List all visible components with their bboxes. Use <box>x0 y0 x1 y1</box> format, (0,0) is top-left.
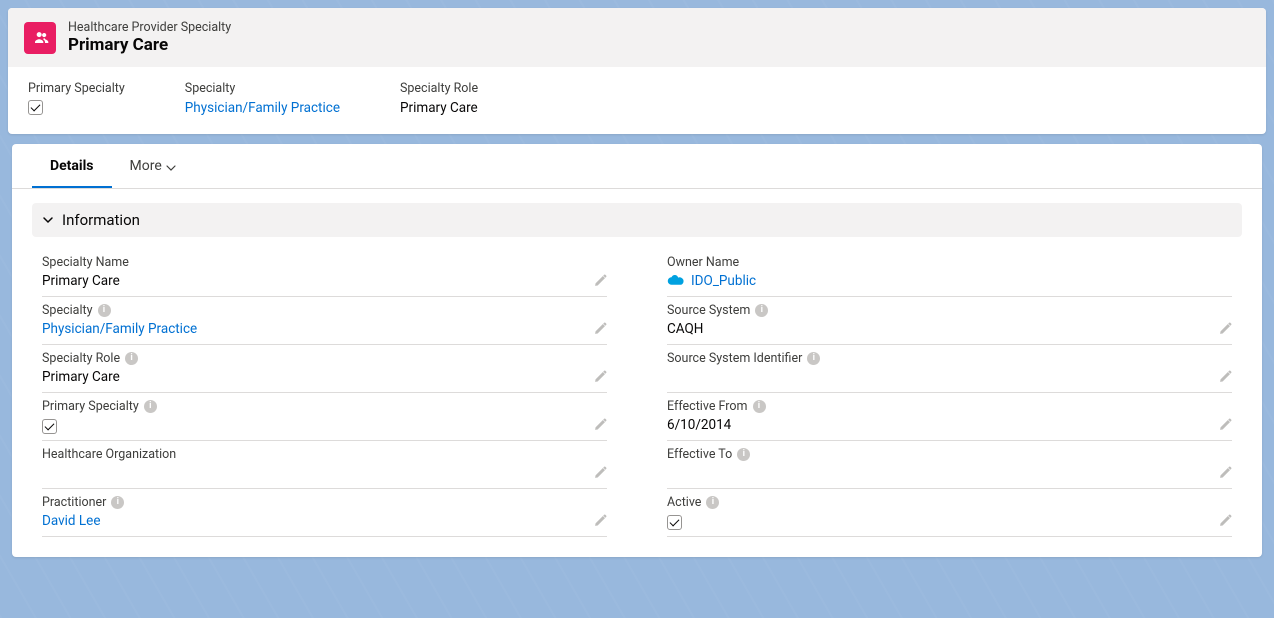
field-value <box>42 464 607 482</box>
info-icon[interactable]: i <box>144 400 157 413</box>
field-primary-specialty: Primary Specialty i <box>42 393 607 441</box>
pencil-icon[interactable] <box>1218 370 1232 384</box>
pencil-icon[interactable] <box>593 418 607 432</box>
details-card: Details More Information Specialty Name … <box>12 144 1262 557</box>
field-specialty-name: Specialty Name Primary Care <box>42 249 607 297</box>
pencil-icon[interactable] <box>593 322 607 336</box>
pencil-icon[interactable] <box>1218 322 1232 336</box>
specialty-role-value: Primary Care <box>400 100 478 116</box>
section-title: Information <box>62 211 140 229</box>
field-value: 6/10/2014 <box>667 416 1232 434</box>
highlight-label: Specialty <box>185 81 340 96</box>
specialty-link[interactable]: Physician/Family Practice <box>42 320 607 338</box>
record-summary-card: Healthcare Provider Specialty Primary Ca… <box>8 8 1266 134</box>
active-checkbox <box>667 515 682 530</box>
pencil-icon[interactable] <box>593 370 607 384</box>
record-type-label: Healthcare Provider Specialty <box>68 20 231 35</box>
field-value <box>667 464 1232 482</box>
tab-label: More <box>130 158 162 174</box>
info-icon[interactable]: i <box>98 304 111 317</box>
info-icon[interactable]: i <box>755 304 768 317</box>
pencil-icon[interactable] <box>1218 466 1232 480</box>
tab-details[interactable]: Details <box>32 144 112 188</box>
record-header: Healthcare Provider Specialty Primary Ca… <box>8 8 1266 67</box>
tab-label: Details <box>50 158 94 174</box>
field-practitioner: Practitioner i David Lee <box>42 489 607 537</box>
highlight-label: Primary Specialty <box>28 81 125 96</box>
pencil-icon[interactable] <box>1218 418 1232 432</box>
field-label: Source System Identifier <box>667 351 802 366</box>
tab-bar: Details More <box>12 144 1262 189</box>
field-label: Effective From <box>667 399 748 414</box>
detail-column-left: Specialty Name Primary Care Specialty i … <box>42 249 607 537</box>
info-icon[interactable]: i <box>753 400 766 413</box>
section-toggle-information[interactable]: Information <box>32 203 1242 237</box>
field-label: Primary Specialty <box>42 399 139 414</box>
field-active: Active i <box>667 489 1232 537</box>
tab-more[interactable]: More <box>112 144 194 188</box>
field-value: CAQH <box>667 320 1232 338</box>
field-source-system: Source System i CAQH <box>667 297 1232 345</box>
highlight-primary-specialty: Primary Specialty <box>28 81 125 116</box>
field-value <box>42 416 607 434</box>
field-owner-name: Owner Name IDO_Public <box>667 249 1232 297</box>
field-label: Effective To <box>667 447 732 462</box>
field-value: Primary Care <box>42 272 607 290</box>
owner-link[interactable]: IDO_Public <box>667 272 1232 290</box>
info-icon[interactable]: i <box>111 496 124 509</box>
chevron-down-icon <box>42 214 54 226</box>
cloud-icon <box>667 275 685 287</box>
pencil-icon[interactable] <box>593 274 607 288</box>
pencil-icon[interactable] <box>1218 514 1232 528</box>
highlight-label: Specialty Role <box>400 81 478 96</box>
chevron-down-icon <box>166 161 176 171</box>
field-specialty-role: Specialty Role i Primary Care <box>42 345 607 393</box>
primary-specialty-checkbox <box>42 419 57 434</box>
info-icon[interactable]: i <box>737 448 750 461</box>
field-label: Specialty Name <box>42 255 129 270</box>
highlight-specialty-role: Specialty Role Primary Care <box>400 81 478 116</box>
record-name: Primary Care <box>68 35 231 55</box>
field-label: Healthcare Organization <box>42 447 176 462</box>
info-icon[interactable]: i <box>706 496 719 509</box>
field-label: Specialty <box>42 303 93 318</box>
field-value <box>667 512 1232 530</box>
pencil-icon[interactable] <box>593 466 607 480</box>
field-label: Source System <box>667 303 750 318</box>
record-highlights: Primary Specialty Specialty Physician/Fa… <box>8 67 1266 134</box>
specialty-link[interactable]: Physician/Family Practice <box>185 100 340 116</box>
field-specialty: Specialty i Physician/Family Practice <box>42 297 607 345</box>
field-healthcare-organization: Healthcare Organization <box>42 441 607 489</box>
field-label: Owner Name <box>667 255 739 270</box>
highlight-specialty: Specialty Physician/Family Practice <box>185 81 340 116</box>
info-icon[interactable]: i <box>807 352 820 365</box>
detail-column-right: Owner Name IDO_Public Source System i CA… <box>667 249 1232 537</box>
field-value <box>667 368 1232 386</box>
practitioner-link[interactable]: David Lee <box>42 512 607 530</box>
record-title-block: Healthcare Provider Specialty Primary Ca… <box>68 20 231 55</box>
field-label: Practitioner <box>42 495 106 510</box>
owner-name-value: IDO_Public <box>691 273 756 289</box>
field-source-system-identifier: Source System Identifier i <box>667 345 1232 393</box>
info-icon[interactable]: i <box>125 352 138 365</box>
detail-field-grid: Specialty Name Primary Care Specialty i … <box>12 249 1262 557</box>
field-label: Active <box>667 495 701 510</box>
field-label: Specialty Role <box>42 351 120 366</box>
field-effective-to: Effective To i <box>667 441 1232 489</box>
pencil-icon[interactable] <box>593 514 607 528</box>
field-effective-from: Effective From i 6/10/2014 <box>667 393 1232 441</box>
primary-specialty-checkbox <box>28 100 43 115</box>
record-type-icon <box>24 22 56 54</box>
field-value: Primary Care <box>42 368 607 386</box>
